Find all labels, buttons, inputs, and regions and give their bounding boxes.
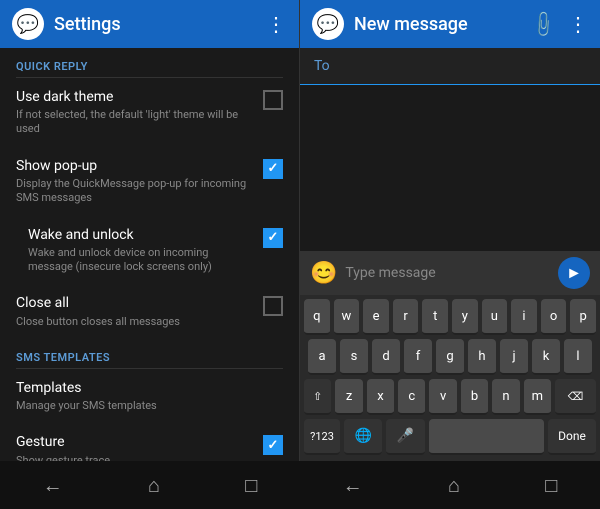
to-label: To bbox=[314, 58, 330, 74]
right-header: 💬 New message 📎 ⋮ bbox=[300, 0, 600, 48]
show-popup-checkbox[interactable] bbox=[263, 159, 283, 179]
key-b[interactable]: b bbox=[461, 379, 488, 415]
header-actions: 📎 ⋮ bbox=[532, 12, 588, 36]
key-a[interactable]: a bbox=[308, 339, 336, 375]
key-x[interactable]: x bbox=[367, 379, 394, 415]
key-e[interactable]: e bbox=[363, 299, 389, 335]
messages-app-icon: 💬 bbox=[312, 8, 344, 40]
dark-theme-setting[interactable]: Use dark theme If not selected, the defa… bbox=[0, 78, 299, 147]
key-m[interactable]: m bbox=[524, 379, 551, 415]
key-n[interactable]: n bbox=[492, 379, 519, 415]
compose-area: To bbox=[300, 48, 600, 251]
close-all-desc: Close button closes all messages bbox=[16, 315, 255, 329]
dark-theme-desc: If not selected, the default 'light' the… bbox=[16, 108, 255, 137]
show-popup-desc: Display the QuickMessage pop-up for inco… bbox=[16, 177, 255, 206]
keyboard-row-3: ⇧ z x c v b n m ⌫ bbox=[304, 379, 596, 415]
attachment-icon[interactable]: 📎 bbox=[527, 9, 558, 40]
sms-templates-section-header: SMS TEMPLATES bbox=[0, 339, 299, 368]
keyboard: q w e r t y u i o p a s d f g h j k bbox=[300, 295, 600, 461]
more-icon[interactable]: ⋮ bbox=[568, 12, 588, 36]
key-t[interactable]: t bbox=[422, 299, 448, 335]
key-backspace[interactable]: ⌫ bbox=[555, 379, 596, 415]
key-l[interactable]: l bbox=[564, 339, 592, 375]
back-button-right[interactable]: ← bbox=[343, 473, 363, 498]
close-all-checkbox[interactable] bbox=[263, 296, 283, 316]
message-placeholder[interactable]: Type message bbox=[345, 265, 550, 281]
key-i[interactable]: i bbox=[511, 299, 537, 335]
key-space[interactable] bbox=[429, 419, 544, 455]
templates-setting[interactable]: Templates Manage your SMS templates bbox=[0, 369, 299, 423]
gesture-checkbox[interactable] bbox=[263, 435, 283, 455]
key-numbers[interactable]: ?123 bbox=[304, 419, 340, 455]
emoji-button[interactable]: 😊 bbox=[310, 261, 337, 286]
recents-button-right[interactable]: □ bbox=[545, 473, 557, 498]
key-y[interactable]: y bbox=[452, 299, 478, 335]
key-d[interactable]: d bbox=[372, 339, 400, 375]
send-button[interactable]: ► bbox=[558, 257, 590, 289]
dark-theme-text: Use dark theme If not selected, the defa… bbox=[16, 88, 255, 137]
keyboard-row-2: a s d f g h j k l bbox=[304, 339, 596, 375]
home-button-left[interactable]: ⌂ bbox=[148, 473, 160, 498]
key-v[interactable]: v bbox=[429, 379, 456, 415]
show-popup-setting[interactable]: Show pop-up Display the QuickMessage pop… bbox=[0, 147, 299, 216]
wake-unlock-text: Wake and unlock Wake and unlock device o… bbox=[28, 226, 255, 275]
key-mic[interactable]: 🎤 bbox=[386, 419, 424, 455]
left-header: 💬 Settings ⋮ bbox=[0, 0, 299, 48]
message-body-area bbox=[300, 85, 600, 251]
settings-more-icon[interactable]: ⋮ bbox=[266, 12, 287, 36]
templates-title: Templates bbox=[16, 379, 283, 397]
wake-unlock-desc: Wake and unlock device on incoming messa… bbox=[28, 246, 255, 275]
close-all-title: Close all bbox=[16, 294, 255, 312]
key-p[interactable]: p bbox=[570, 299, 596, 335]
right-nav-bar: ← ⌂ □ bbox=[300, 461, 600, 509]
templates-text: Templates Manage your SMS templates bbox=[16, 379, 283, 413]
settings-content: QUICK REPLY Use dark theme If not select… bbox=[0, 48, 299, 509]
to-input[interactable] bbox=[338, 58, 586, 74]
keyboard-area: 😊 Type message ► q w e r t y u i o p bbox=[300, 251, 600, 461]
key-k[interactable]: k bbox=[532, 339, 560, 375]
key-q[interactable]: q bbox=[304, 299, 330, 335]
key-j[interactable]: j bbox=[500, 339, 528, 375]
key-z[interactable]: z bbox=[335, 379, 362, 415]
home-button-right[interactable]: ⌂ bbox=[448, 473, 460, 498]
key-u[interactable]: u bbox=[482, 299, 508, 335]
close-all-text: Close all Close button closes all messag… bbox=[16, 294, 255, 328]
key-done[interactable]: Done bbox=[548, 419, 596, 455]
key-globe[interactable]: 🌐 bbox=[344, 419, 382, 455]
templates-desc: Manage your SMS templates bbox=[16, 399, 283, 413]
quick-reply-section-header: QUICK REPLY bbox=[0, 48, 299, 77]
gesture-title: Gesture bbox=[16, 433, 255, 451]
key-s[interactable]: s bbox=[340, 339, 368, 375]
settings-app-icon: 💬 bbox=[12, 8, 44, 40]
key-o[interactable]: o bbox=[541, 299, 567, 335]
send-icon: ► bbox=[566, 263, 582, 283]
show-popup-title: Show pop-up bbox=[16, 157, 255, 175]
settings-title: Settings bbox=[54, 14, 256, 35]
key-w[interactable]: w bbox=[334, 299, 360, 335]
key-shift[interactable]: ⇧ bbox=[304, 379, 331, 415]
key-h[interactable]: h bbox=[468, 339, 496, 375]
close-all-setting[interactable]: Close all Close button closes all messag… bbox=[0, 284, 299, 338]
recents-button-left[interactable]: □ bbox=[245, 473, 257, 498]
wake-unlock-title: Wake and unlock bbox=[28, 226, 255, 244]
dark-theme-title: Use dark theme bbox=[16, 88, 255, 106]
to-field[interactable]: To bbox=[300, 48, 600, 85]
message-input-bar: 😊 Type message ► bbox=[300, 251, 600, 295]
dark-theme-checkbox[interactable] bbox=[263, 90, 283, 110]
key-f[interactable]: f bbox=[404, 339, 432, 375]
wake-unlock-checkbox[interactable] bbox=[263, 228, 283, 248]
back-button-left[interactable]: ← bbox=[43, 473, 63, 498]
keyboard-row-4: ?123 🌐 🎤 Done bbox=[304, 419, 596, 455]
keyboard-row-1: q w e r t y u i o p bbox=[304, 299, 596, 335]
left-nav-bar: ← ⌂ □ bbox=[0, 461, 300, 509]
show-popup-text: Show pop-up Display the QuickMessage pop… bbox=[16, 157, 255, 206]
wake-unlock-setting[interactable]: Wake and unlock Wake and unlock device o… bbox=[0, 216, 299, 285]
key-r[interactable]: r bbox=[393, 299, 419, 335]
key-g[interactable]: g bbox=[436, 339, 464, 375]
new-message-title: New message bbox=[354, 14, 522, 35]
key-c[interactable]: c bbox=[398, 379, 425, 415]
